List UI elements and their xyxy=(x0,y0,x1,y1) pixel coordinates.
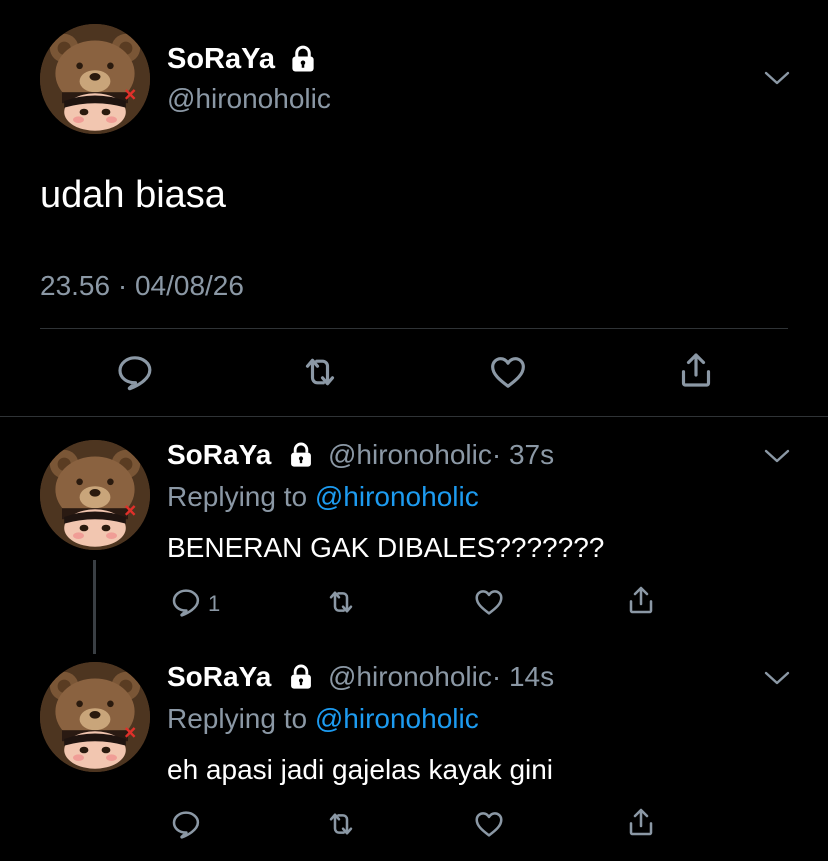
tweet-time[interactable]: · 14s xyxy=(492,661,554,692)
reply-header: SoRaYa xyxy=(167,438,271,472)
display-name[interactable]: SoRaYa xyxy=(167,42,275,76)
tweet-text: eh apasi jadi gajelas kayak gini xyxy=(167,754,554,785)
like-icon[interactable] xyxy=(473,808,505,840)
like-icon[interactable] xyxy=(488,352,528,392)
display-name[interactable]: SoRaYa xyxy=(167,661,271,692)
avatar[interactable] xyxy=(40,24,150,134)
replying-to: Replying to @hironoholic xyxy=(167,702,479,736)
lock-icon xyxy=(288,44,318,74)
divider xyxy=(0,416,828,417)
reply-icon[interactable] xyxy=(170,586,202,618)
reply-count: 1 xyxy=(208,591,221,616)
like-icon[interactable] xyxy=(473,586,505,618)
lock-icon xyxy=(287,663,315,691)
retweet-icon[interactable] xyxy=(300,352,340,392)
display-name[interactable]: SoRaYa xyxy=(167,439,271,470)
share-icon[interactable] xyxy=(625,806,657,838)
avatar[interactable] xyxy=(40,440,150,550)
chevron-down-icon[interactable] xyxy=(762,668,792,688)
handle[interactable]: @hironoholic xyxy=(328,439,492,470)
tweet-text: udah biasa xyxy=(40,174,226,216)
replying-to: Replying to @hironoholic xyxy=(167,480,479,514)
reply-handle-time: @hironoholic· 37s xyxy=(328,438,554,472)
lock-icon xyxy=(287,441,315,469)
handle[interactable]: @hironoholic xyxy=(328,661,492,692)
chevron-down-icon[interactable] xyxy=(762,68,792,88)
retweet-icon[interactable] xyxy=(325,586,357,618)
replying-to-label: Replying to xyxy=(167,703,308,734)
tweet-time[interactable]: · 37s xyxy=(492,439,554,470)
tweet-timestamp[interactable]: 23.56 · 04/08/26 xyxy=(40,268,244,304)
replying-to-link[interactable]: @hironoholic xyxy=(315,481,479,512)
avatar[interactable] xyxy=(40,662,150,772)
reply-icon[interactable] xyxy=(170,808,202,840)
handle[interactable]: @hironoholic xyxy=(167,82,331,116)
thread-line xyxy=(93,560,96,654)
retweet-icon[interactable] xyxy=(325,808,357,840)
share-icon[interactable] xyxy=(676,350,716,390)
share-icon[interactable] xyxy=(625,584,657,616)
replying-to-link[interactable]: @hironoholic xyxy=(315,703,479,734)
reply-handle-time: @hironoholic· 14s xyxy=(328,660,554,694)
reply-icon[interactable] xyxy=(115,352,155,392)
divider xyxy=(40,328,788,329)
replying-to-label: Replying to xyxy=(167,481,308,512)
display-name-text[interactable]: SoRaYa xyxy=(167,43,275,75)
tweet-text: BENERAN GAK DIBALES??????? xyxy=(167,532,605,563)
chevron-down-icon[interactable] xyxy=(762,446,792,466)
reply-header: SoRaYa xyxy=(167,660,271,694)
